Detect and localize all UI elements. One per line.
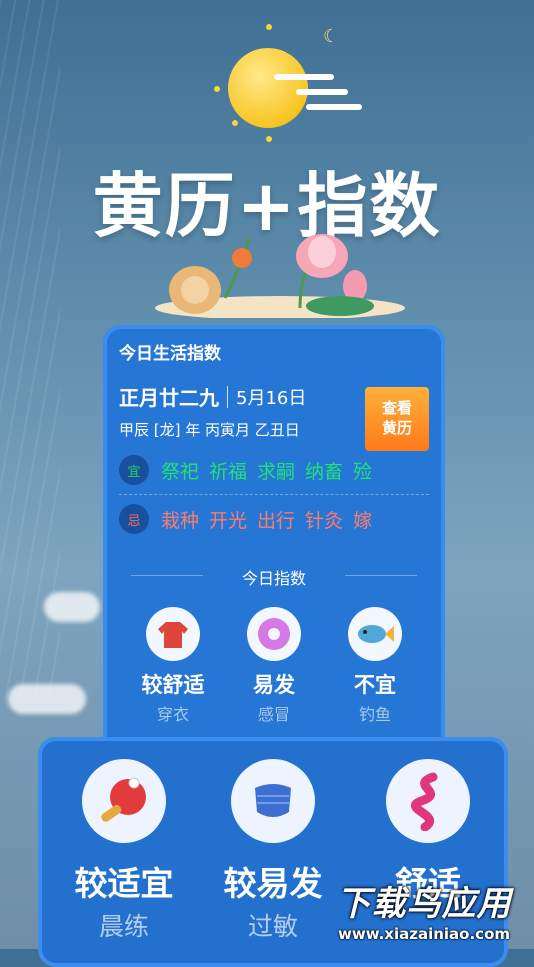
ji-item: 栽种: [161, 509, 200, 532]
ji-row[interactable]: 忌 栽种 开光 出行 针灸 嫁: [119, 497, 429, 541]
watermark-url: www.xiazainiao.com: [337, 925, 511, 943]
cloud-mid: [44, 592, 100, 622]
watermark-title: 下载鸟应用: [336, 884, 512, 924]
watermark: 下载鸟应用 www.xiazainiao.com: [318, 876, 530, 946]
donut-icon: [247, 607, 301, 661]
cloud-left: [8, 684, 86, 714]
index-value: 不宜: [354, 673, 396, 697]
sun-icon: [228, 48, 308, 128]
yi-item: 祈福: [209, 460, 248, 483]
check-almanac-label: 查看黄历: [381, 400, 412, 437]
index-name: 穿衣: [156, 705, 189, 724]
index-value: 较舒适: [141, 673, 205, 697]
yi-item: 求嗣: [257, 460, 296, 483]
ji-item: 开光: [209, 509, 248, 532]
wind-wave: [274, 74, 334, 80]
mask-icon: [231, 759, 315, 843]
index-value: 易发: [253, 673, 295, 697]
sweater-icon: [146, 607, 200, 661]
sun-ray-dot: [266, 136, 272, 142]
today-index-title: 今日指数: [119, 565, 429, 589]
ji-item: 针灸: [305, 509, 344, 532]
ji-item: 嫁: [353, 509, 373, 532]
ji-badge: 忌: [119, 504, 149, 534]
index-name: 感冒: [257, 705, 290, 724]
solar-date: 5月16日: [236, 387, 307, 409]
ribbon-icon: [386, 759, 470, 843]
moon-icon: ☾: [323, 26, 340, 47]
wind-wave: [306, 104, 362, 110]
wind-wave: [296, 89, 348, 95]
sun-ray-dot: [214, 86, 220, 92]
ji-item: 出行: [257, 509, 296, 532]
index-row: 较舒适 穿衣 易发 感冒 不宜 钓鱼: [119, 607, 429, 725]
index-item-cold[interactable]: 易发 感冒: [226, 607, 322, 725]
divider: [119, 494, 429, 495]
index-item-fishing[interactable]: 不宜 钓鱼: [327, 607, 423, 725]
lunar-date: 正月廿二九: [119, 386, 219, 410]
ji-items: 栽种 开光 出行 针灸 嫁: [161, 506, 372, 533]
yi-item: 殓: [353, 460, 373, 483]
check-almanac-button[interactable]: 查看黄历: [365, 387, 429, 451]
card-heading: 今日生活指数: [119, 344, 221, 364]
date-separator: [227, 385, 228, 408]
lotus-decoration-icon: [155, 234, 405, 318]
index-item-clothing[interactable]: 较舒适 穿衣: [125, 607, 221, 725]
yi-badge: 宜: [119, 455, 149, 485]
yi-item: 纳畜: [305, 460, 344, 483]
panel-item-exercise[interactable]: 较适宜 晨练: [54, 759, 194, 943]
panel-index-name: 晨练: [98, 912, 149, 941]
yi-item: 祭祀: [161, 460, 200, 483]
ping-pong-icon: [82, 759, 166, 843]
life-index-card: 今日生活指数 正月廿二九 5月16日 甲辰 [龙] 年 丙寅月 乙丑日 查看黄历…: [103, 325, 445, 785]
yi-row[interactable]: 宜 祭祀 祈福 求嗣 纳畜 殓: [119, 448, 429, 492]
sun-ray-dot: [232, 120, 238, 126]
yi-items: 祭祀 祈福 求嗣 纳畜 殓: [161, 457, 372, 484]
sun-ray-dot: [266, 24, 272, 30]
index-name: 钓鱼: [358, 705, 391, 724]
panel-index-value: 较适宜: [74, 864, 174, 903]
fish-icon: [348, 607, 402, 661]
